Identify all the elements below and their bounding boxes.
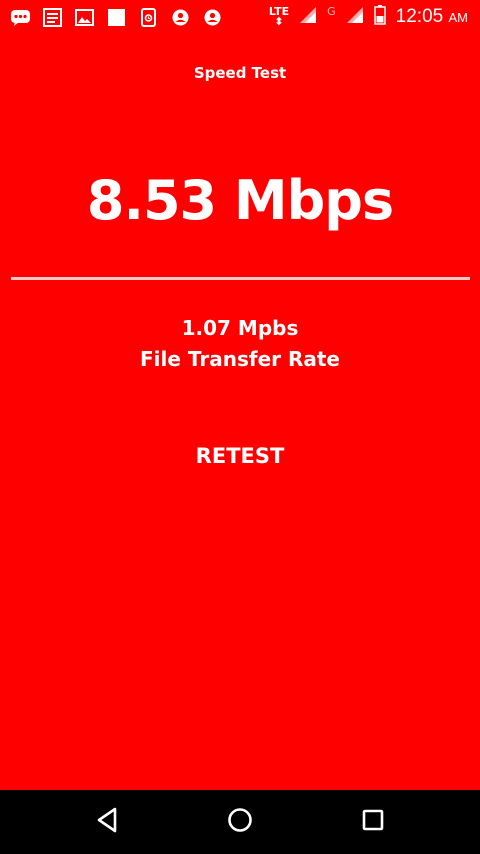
account-icon — [170, 8, 191, 27]
transfer-rate-value: 1.07 Mpbs — [181, 316, 299, 340]
lte-indicator: LTE ⬍ — [269, 6, 289, 28]
screenshot-icon — [138, 7, 159, 27]
status-bar: LTE ⬍ G 12:05 AM — [0, 0, 480, 34]
battery-icon — [373, 5, 386, 29]
divider — [11, 277, 470, 280]
recents-icon — [361, 808, 385, 836]
notification-icons — [10, 7, 223, 27]
speed-value: 8.53 Mbps — [86, 169, 394, 232]
back-icon — [95, 807, 119, 837]
signal-icon — [299, 6, 317, 28]
transfer-rate-block: 1.07 Mpbs File Transfer Rate — [0, 313, 480, 375]
clock-time: 12:05 — [395, 5, 444, 27]
back-button[interactable] — [91, 806, 123, 838]
account-icon — [202, 8, 223, 27]
data-arrows-icon: ⬍ — [274, 15, 284, 28]
home-icon — [227, 807, 253, 837]
page-title: Speed Test — [193, 64, 287, 82]
transfer-rate-label: File Transfer Rate — [140, 347, 340, 371]
stop-square-icon — [106, 8, 127, 27]
home-button[interactable] — [224, 806, 256, 838]
navigation-bar — [0, 790, 480, 854]
news-icon — [42, 7, 63, 27]
recents-button[interactable] — [357, 806, 389, 838]
clock: 12:05 AM — [396, 3, 468, 32]
retest-button[interactable]: RETEST — [185, 436, 295, 476]
secondary-network-label: G — [327, 4, 336, 18]
clock-ampm: AM — [448, 9, 469, 25]
image-icon — [74, 8, 95, 27]
chat-bubble-icon — [10, 8, 31, 27]
signal-icon — [346, 6, 364, 28]
system-status: LTE ⬍ G 12:05 AM — [269, 3, 468, 31]
